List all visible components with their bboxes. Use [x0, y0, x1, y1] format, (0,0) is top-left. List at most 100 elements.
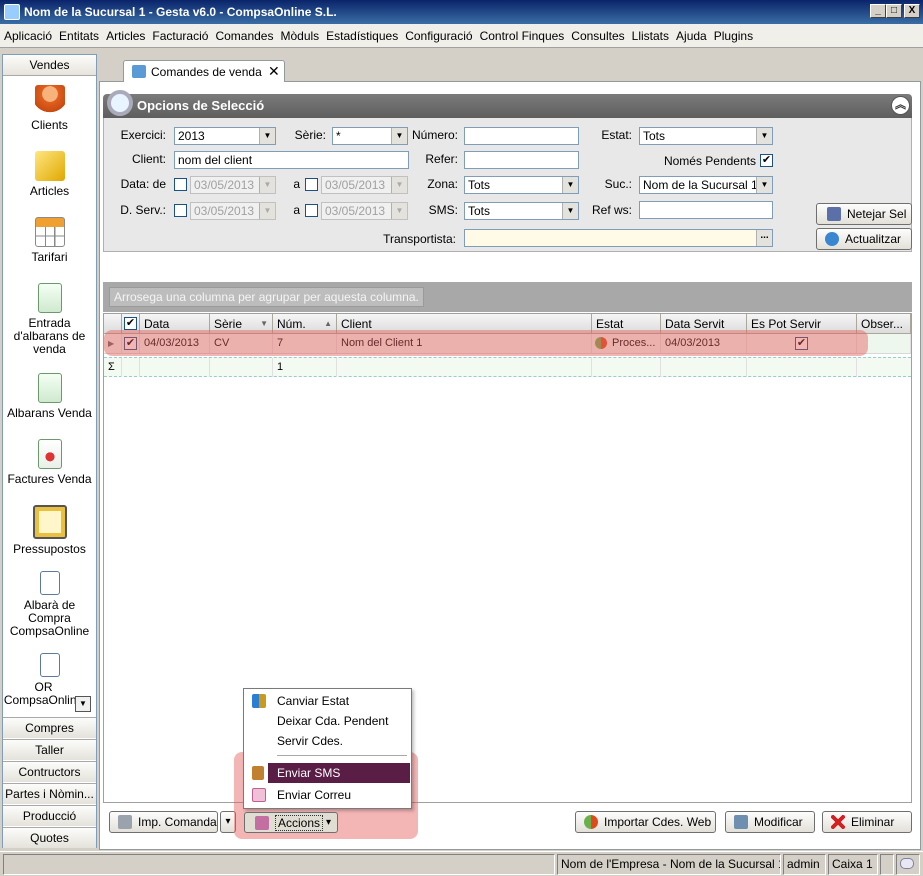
- accions-button[interactable]: Accions ▾: [244, 812, 338, 833]
- sidebar-section-partes[interactable]: Partes i Nòmin...: [3, 783, 96, 804]
- close-tab-icon[interactable]: ✕: [268, 63, 280, 80]
- menu-estadistiques[interactable]: Estadístiques: [326, 29, 398, 43]
- data-to-checkbox[interactable]: [305, 178, 318, 191]
- menu-comandes[interactable]: Comandes: [215, 29, 273, 43]
- menu-aplicacio[interactable]: Aplicació: [4, 29, 52, 43]
- menu-item-servir-cdes[interactable]: Servir Cdes.: [246, 731, 409, 751]
- imp-comanda-dropdown[interactable]: ▾: [220, 811, 236, 833]
- column-header-num[interactable]: Núm. ▲: [273, 314, 337, 334]
- refws-input[interactable]: [639, 201, 773, 219]
- cell-client: Nom del Client 1: [337, 334, 592, 353]
- table-row[interactable]: ▶ ✔ 04/03/2013 CV 7 Nom del Client 1 Pro…: [104, 334, 911, 354]
- sidebar-item-clients[interactable]: Clients: [3, 85, 96, 132]
- netejar-sel-button[interactable]: Netejar Sel: [816, 203, 912, 225]
- importar-cdes-web-button[interactable]: Importar Cdes. Web: [575, 811, 716, 833]
- status-panel-spacer: [880, 854, 894, 875]
- numero-input[interactable]: [464, 127, 579, 145]
- close-window-button[interactable]: X: [904, 4, 920, 18]
- column-header-es-pot-servir[interactable]: Es Pot Servir: [747, 314, 857, 334]
- sidebar-section-contructors[interactable]: Contructors: [3, 761, 96, 782]
- column-header-observacions[interactable]: Obser...: [857, 314, 911, 334]
- data-from-input[interactable]: 03/05/2013 ▼: [190, 176, 276, 194]
- menu-item-enviar-correu[interactable]: Enviar Correu: [246, 785, 409, 805]
- client-input[interactable]: nom del client: [174, 151, 409, 169]
- data-to-input[interactable]: 03/05/2013 ▼: [321, 176, 408, 194]
- sidebar-section-taller[interactable]: Taller: [3, 739, 96, 760]
- sidebar-item-tarifari[interactable]: Tarifari: [3, 217, 96, 264]
- sidebar-scroll-down-button[interactable]: ▼: [75, 696, 91, 712]
- app-icon: [4, 4, 20, 20]
- actualitzar-button[interactable]: Actualitzar: [816, 228, 912, 250]
- estat-select[interactable]: Tots ▼: [639, 127, 773, 145]
- select-all-header[interactable]: ✔: [122, 314, 140, 334]
- sidebar-item-articles[interactable]: Articles: [3, 151, 96, 198]
- menu-configuracio[interactable]: Configuració: [405, 29, 472, 43]
- nomes-pendents-checkbox[interactable]: ✔: [760, 154, 773, 167]
- dserv-to-input[interactable]: 03/05/2013 ▼: [321, 202, 408, 220]
- sidebar-item-albarans-venda[interactable]: Albarans Venda: [3, 373, 96, 420]
- column-header-data[interactable]: Data: [140, 314, 210, 334]
- row-checkbox[interactable]: ✔: [124, 337, 137, 350]
- cell-observacions: [857, 334, 911, 353]
- dserv-checkbox[interactable]: [174, 204, 187, 217]
- menu-ajuda[interactable]: Ajuda: [676, 29, 707, 43]
- es-pot-servir-checkbox[interactable]: ✔: [795, 337, 808, 350]
- zona-select[interactable]: Tots ▼: [464, 176, 579, 194]
- chevron-down-icon: ▼: [259, 203, 275, 219]
- menu-moduls[interactable]: Mòduls: [280, 29, 319, 43]
- tab-comandes-de-venda[interactable]: Comandes de venda ✕: [123, 60, 285, 83]
- menu-plugins[interactable]: Plugins: [714, 29, 753, 43]
- document-icon: [37, 373, 62, 403]
- menu-entitats[interactable]: Entitats: [59, 29, 99, 43]
- page-icon: [39, 653, 60, 677]
- column-header-serie[interactable]: Sèrie ▼: [210, 314, 273, 334]
- eliminar-button[interactable]: Eliminar: [822, 811, 912, 833]
- dserv-from-input[interactable]: 03/05/2013 ▼: [190, 202, 276, 220]
- data-checkbox[interactable]: [174, 178, 187, 191]
- collapse-icon[interactable]: ︽: [891, 96, 910, 115]
- sidebar-section-compres[interactable]: Compres: [3, 717, 96, 738]
- column-header-client[interactable]: Client: [337, 314, 592, 334]
- sidebar-section-quotes[interactable]: Quotes: [3, 827, 96, 848]
- select-all-checkbox[interactable]: ✔: [124, 317, 137, 330]
- menu-articles[interactable]: Articles: [106, 29, 145, 43]
- modificar-button[interactable]: Modificar: [725, 811, 815, 833]
- ellipsis-button[interactable]: ...: [756, 230, 772, 246]
- menu-item-deixar-pendent[interactable]: Deixar Cda. Pendent: [246, 711, 409, 731]
- column-header-data-servit[interactable]: Data Servit: [661, 314, 747, 334]
- menu-item-enviar-sms[interactable]: Enviar SMS: [268, 763, 410, 783]
- change-status-icon: [252, 694, 266, 708]
- zona-label: Zona:: [427, 177, 458, 191]
- refer-input[interactable]: [464, 151, 579, 169]
- sort-indicator-icon: ▼: [260, 319, 268, 328]
- imp-comanda-button[interactable]: Imp. Comanda: [109, 811, 218, 833]
- dserv-label: D. Serv.:: [120, 203, 166, 217]
- menu-facturacio[interactable]: Facturació: [152, 29, 208, 43]
- maximize-button[interactable]: □: [886, 4, 902, 18]
- exercici-select[interactable]: 2013 ▼: [174, 127, 276, 145]
- dserv-to-checkbox[interactable]: [305, 204, 318, 217]
- sidebar-item-albara-compra[interactable]: Albarà de Compra CompsaOnline: [3, 571, 96, 638]
- box-icon: [34, 151, 65, 181]
- sms-select[interactable]: Tots ▼: [464, 202, 579, 220]
- sidebar-item-factures-venda[interactable]: Factures Venda: [3, 439, 96, 486]
- serie-select[interactable]: * ▼: [332, 127, 408, 145]
- sucursal-select[interactable]: Nom de la Sucursal 1 ▼: [639, 176, 773, 194]
- status-mail-panel[interactable]: [896, 854, 920, 875]
- cell-serie: CV: [210, 334, 273, 353]
- budget-icon: [32, 505, 67, 539]
- transportista-input[interactable]: ...: [464, 229, 773, 247]
- sidebar-section-produccio[interactable]: Producció: [3, 805, 96, 826]
- column-header-estat[interactable]: Estat: [592, 314, 661, 334]
- menu-control-finques[interactable]: Control Finques: [480, 29, 565, 43]
- sidebar-item-entrada-albarans[interactable]: Entrada d'albarans de venda: [3, 283, 96, 356]
- sidebar-header-vendes[interactable]: Vendes: [3, 55, 96, 76]
- sidebar-item-pressupostos[interactable]: Pressupostos: [3, 505, 96, 556]
- menu-consultes[interactable]: Consultes: [571, 29, 624, 43]
- suc-label: Suc.:: [604, 177, 632, 191]
- menu-item-canviar-estat[interactable]: Canviar Estat: [246, 691, 409, 711]
- minimize-button[interactable]: _: [870, 4, 886, 18]
- page-icon: [39, 571, 60, 595]
- status-empresa: Nom de l'Empresa - Nom de la Sucursal 1: [557, 854, 781, 875]
- menu-llistats[interactable]: Llistats: [632, 29, 669, 43]
